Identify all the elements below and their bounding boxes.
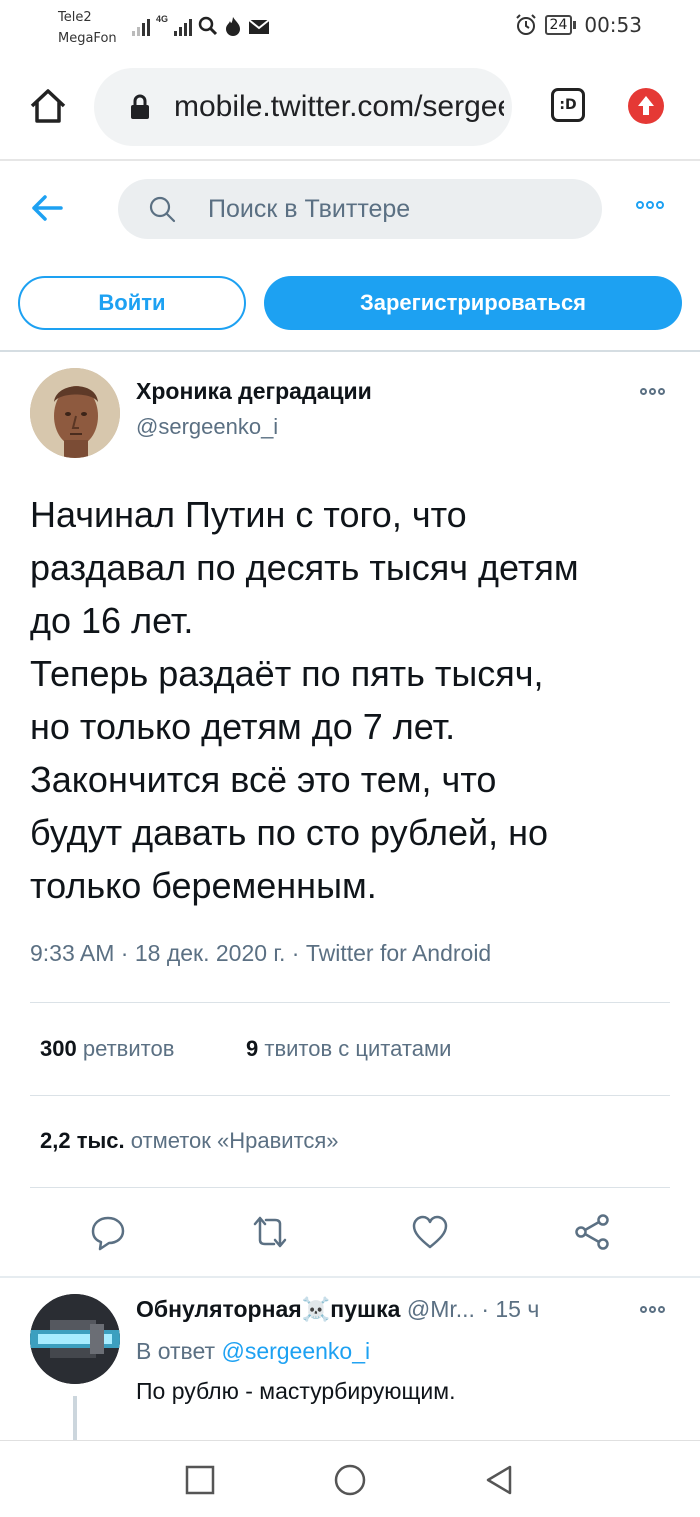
battery-level: 24 (544, 15, 573, 35)
signal-icon-2 (174, 18, 193, 36)
separator: · (120, 940, 135, 966)
share-icon[interactable] (572, 1212, 612, 1252)
carrier-2: MegaFon (58, 31, 117, 46)
reply-author-avatar[interactable] (30, 1294, 120, 1384)
update-icon[interactable] (628, 88, 664, 124)
like-icon[interactable] (410, 1212, 450, 1252)
quotes-stat[interactable]: 9 твитов с цитатами (246, 1036, 451, 1062)
status-bar: Tele2 MegaFon 4G 24 00:53 (0, 0, 700, 54)
tweet-time[interactable]: 9:33 AM (30, 940, 114, 966)
reply-time[interactable]: 15 ч (495, 1296, 539, 1322)
fire-icon (226, 17, 241, 36)
search-icon (198, 16, 218, 36)
separator: · (291, 940, 306, 966)
status-icons-left: 4G (132, 14, 270, 36)
more-options-icon[interactable] (636, 201, 664, 209)
divider (30, 1187, 670, 1188)
divider (0, 350, 700, 352)
reply-author-handle[interactable]: @Mr... (407, 1296, 475, 1322)
mail-icon (248, 19, 270, 34)
quotes-label: твитов с цитатами (264, 1036, 452, 1061)
status-icons-right: 24 00:53 (515, 13, 642, 37)
reply-to-line: В ответ @sergeenko_i (136, 1338, 370, 1365)
quotes-count: 9 (246, 1036, 259, 1061)
search-input[interactable]: Поиск в Твиттере (118, 179, 602, 239)
tweet-meta: 9:33 AM · 18 дек. 2020 г. · Twitter for … (30, 940, 491, 967)
carrier-labels: Tele2 MegaFon (58, 7, 117, 49)
auth-buttons: Войти Зарегистрироваться (0, 256, 700, 352)
retweet-icon[interactable] (250, 1212, 290, 1252)
alarm-icon (515, 14, 536, 35)
author-avatar[interactable] (30, 368, 120, 458)
author-handle[interactable]: @sergeenko_i (136, 414, 278, 440)
recents-icon[interactable] (183, 1463, 217, 1497)
reply-header: Обнуляторная☠️пушка @Mr... · 15 ч (136, 1296, 539, 1323)
separator: · (481, 1296, 496, 1322)
network-type-label: 4G (156, 14, 169, 24)
reply-author-name[interactable]: Обнуляторная☠️пушка (136, 1296, 400, 1322)
tab-switcher-button[interactable]: :D (551, 88, 585, 122)
home-nav-icon[interactable] (333, 1463, 367, 1497)
tweet-source[interactable]: Twitter for Android (306, 940, 491, 966)
browser-toolbar: mobile.twitter.com/sergeenko_i :D (0, 54, 700, 160)
reply-to-handle[interactable]: @sergeenko_i (221, 1338, 370, 1364)
retweets-label: ретвитов (82, 1036, 175, 1061)
reply-more-icon[interactable] (640, 1306, 665, 1313)
home-icon[interactable] (28, 86, 68, 126)
thread-line (73, 1396, 77, 1441)
lock-icon (131, 94, 149, 119)
retweets-count: 300 (40, 1036, 77, 1061)
twitter-header: Поиск в Твиттере (0, 161, 700, 256)
clock: 00:53 (584, 13, 642, 37)
tweet-actions (0, 1200, 700, 1264)
search-placeholder: Поиск в Твиттере (208, 195, 411, 223)
search-icon (149, 196, 176, 223)
login-button[interactable]: Войти (18, 276, 246, 330)
back-arrow-icon[interactable] (30, 193, 64, 223)
signal-icon (132, 18, 150, 36)
divider (0, 1276, 700, 1278)
author-name[interactable]: Хроника деградации (136, 378, 372, 405)
tweet-more-icon[interactable] (640, 388, 665, 395)
likes-count: 2,2 тыс. (40, 1128, 125, 1153)
tweet-text: Начинал Путин с того, что раздавал по де… (30, 494, 579, 906)
carrier-1: Tele2 (58, 10, 92, 25)
likes-label: отметок «Нравится» (130, 1128, 339, 1153)
reply-icon[interactable] (88, 1212, 128, 1252)
signup-button[interactable]: Зарегистрироваться (264, 276, 682, 330)
address-bar[interactable]: mobile.twitter.com/sergeenko_i (94, 68, 512, 146)
url-text[interactable]: mobile.twitter.com/sergeenko_i (174, 86, 504, 128)
retweets-stat[interactable]: 300 ретвитов (40, 1036, 174, 1062)
divider (30, 1095, 670, 1096)
reply-to-prefix: В ответ (136, 1338, 216, 1364)
likes-stat[interactable]: 2,2 тыс. отметок «Нравится» (40, 1128, 339, 1154)
battery-icon: 24 (544, 15, 577, 35)
system-nav-bar (0, 1440, 700, 1517)
tweet-date[interactable]: 18 дек. 2020 г. (135, 940, 286, 966)
reply-text: По рублю - мастурбирующим. (136, 1378, 456, 1404)
divider (30, 1002, 670, 1003)
back-nav-icon[interactable] (482, 1463, 516, 1497)
